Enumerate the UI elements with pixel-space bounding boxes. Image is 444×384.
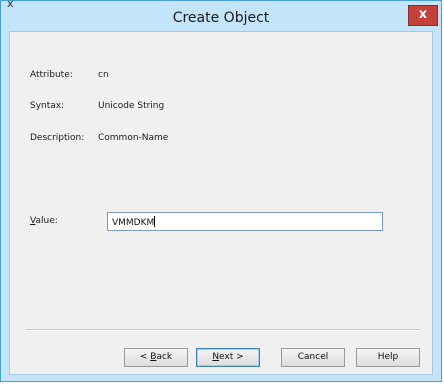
dialog-body: Attribute: cn Syntax: Unicode String Des… — [9, 31, 433, 375]
button-divider — [26, 329, 420, 331]
next-rest: ext > — [219, 352, 244, 362]
help-button[interactable]: Help — [356, 348, 420, 367]
value-input[interactable]: VMMDKM — [107, 212, 383, 231]
value-label-rest: alue: — [35, 216, 58, 226]
title-bar[interactable]: Create Object x — [1, 5, 441, 31]
close-button[interactable]: x — [408, 5, 438, 26]
back-prefix: < — [139, 352, 151, 362]
value-input-text: VMMDKM — [112, 218, 155, 228]
description-label: Description: — [30, 133, 85, 143]
syntax-label: Syntax: — [30, 101, 65, 111]
create-object-dialog: x Create Object x Attribute: cn Syntax: … — [0, 0, 442, 382]
back-rest: ack — [156, 352, 173, 362]
text-caret — [154, 216, 156, 227]
attribute-label: Attribute: — [30, 70, 73, 80]
attribute-value: cn — [98, 70, 109, 80]
cancel-button[interactable]: Cancel — [281, 348, 345, 367]
dialog-title: Create Object — [172, 10, 270, 26]
description-value: Common-Name — [98, 133, 169, 143]
syntax-value: Unicode String — [98, 101, 165, 111]
back-button[interactable]: < Back — [124, 348, 188, 367]
next-button[interactable]: Next > — [196, 348, 260, 367]
